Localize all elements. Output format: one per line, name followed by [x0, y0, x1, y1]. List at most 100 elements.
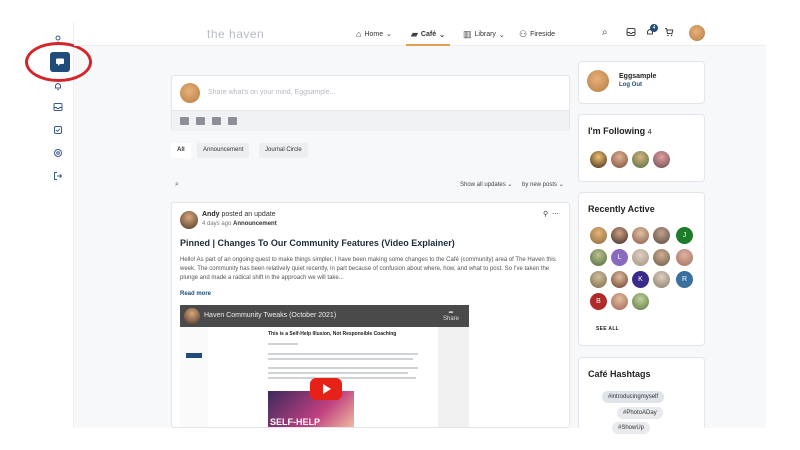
play-button[interactable] — [310, 378, 342, 400]
member-avatar[interactable] — [590, 249, 607, 266]
logout-link[interactable]: Log Out — [619, 82, 642, 88]
video-page-sidebar — [180, 327, 208, 427]
read-more-link[interactable]: Read more — [180, 291, 211, 297]
text-line — [268, 367, 418, 369]
post-meta: 4 days ago Announcement — [202, 221, 277, 227]
video-icon[interactable] — [196, 117, 205, 125]
hashtags-title: Café Hashtags — [588, 369, 651, 379]
checklist-icon[interactable] — [50, 122, 66, 138]
search-icon[interactable]: ⌕ — [175, 181, 179, 189]
gif-icon[interactable] — [228, 117, 237, 125]
avatar[interactable] — [587, 70, 609, 92]
more-icon[interactable]: ⋯ — [552, 211, 559, 218]
settings-icon[interactable] — [50, 145, 66, 161]
hashtag-chip[interactable]: #ShowUp — [612, 422, 651, 434]
member-avatar[interactable] — [611, 227, 628, 244]
post-author[interactable]: Andy — [202, 211, 220, 218]
inbox-icon[interactable] — [626, 27, 636, 40]
hashtag-chip[interactable]: #PhotoADay — [617, 407, 663, 419]
member-avatar[interactable] — [611, 271, 628, 288]
play-icon — [323, 384, 331, 394]
post-title: Pinned | Changes To Our Community Featur… — [180, 238, 455, 248]
channel-avatar[interactable] — [184, 308, 200, 324]
nav-cafe[interactable]: ▰ Café ⌄ — [411, 29, 445, 40]
pin-icon[interactable]: ⚲ — [543, 211, 548, 218]
library-icon: ▥ — [463, 29, 472, 39]
video-title[interactable]: Haven Community Tweaks (October 2021) — [204, 312, 336, 319]
member-avatar[interactable] — [590, 227, 607, 244]
cart-icon[interactable] — [664, 27, 674, 40]
member-avatar[interactable]: B — [590, 293, 607, 310]
member-avatar[interactable] — [590, 271, 607, 288]
following-avatar[interactable] — [632, 151, 649, 168]
member-avatar[interactable] — [632, 293, 649, 310]
avatar[interactable] — [180, 211, 198, 229]
sort-filter[interactable]: by new posts ⌄ — [522, 181, 564, 188]
post-body: Hello! As part of an ongoing quest to ma… — [180, 257, 556, 281]
member-avatar[interactable]: J — [676, 227, 693, 244]
nav-fireside[interactable]: ⚇ Fireside — [519, 29, 555, 40]
inbox-icon[interactable] — [50, 99, 66, 115]
member-avatar[interactable] — [653, 249, 670, 266]
recently-active-widget: Recently Active J L K R B SEE ALL — [578, 192, 705, 346]
profile-name[interactable]: Eggsample — [619, 73, 656, 80]
logout-icon[interactable] — [50, 168, 66, 184]
nav-home-label: Home — [364, 30, 384, 38]
video-embed[interactable]: Haven Community Tweaks (October 2021) ➦ … — [180, 305, 469, 427]
nav-library[interactable]: ▥ Library ⌄ — [463, 29, 505, 40]
hashtags-widget: Café Hashtags #introducingmyself #PhotoA… — [578, 357, 705, 434]
people-icon: ⚇ — [519, 29, 528, 39]
activity-post: Andy posted an update 4 days ago Announc… — [171, 202, 570, 428]
member-avatar[interactable]: R — [676, 271, 693, 288]
following-count: 4 — [647, 129, 652, 136]
following-avatar[interactable] — [653, 151, 670, 168]
member-avatar[interactable] — [653, 227, 670, 244]
user-avatar[interactable] — [689, 25, 705, 41]
text-line — [268, 372, 408, 374]
share-label: Share — [442, 316, 459, 322]
bell-icon[interactable] — [50, 78, 66, 94]
tab-journal-circle[interactable]: Journal Circle — [259, 143, 308, 158]
recently-active-title: Recently Active — [588, 204, 655, 214]
show-filter[interactable]: Show all updates ⌄ — [460, 181, 512, 188]
member-avatar[interactable] — [611, 293, 628, 310]
hashtag-chip[interactable]: #introducingmyself — [602, 391, 665, 403]
show-filter-label: Show all updates — [460, 182, 506, 188]
following-title: I'm Following 4 — [588, 126, 652, 136]
chevron-down-icon: ⌄ — [439, 31, 445, 39]
text-line — [268, 377, 416, 379]
text-line — [268, 358, 413, 360]
nav-library-label: Library — [474, 31, 496, 38]
following-title-text: I'm Following — [588, 126, 646, 136]
video-page-heading: This is a Self-Help Illusion, Not Respon… — [268, 331, 397, 337]
chevron-down-icon: ⌄ — [498, 31, 505, 39]
post-time: 4 days ago — [202, 221, 232, 227]
member-avatar[interactable] — [653, 271, 670, 288]
search-icon[interactable]: ⌕ — [602, 27, 608, 38]
member-avatar[interactable] — [632, 249, 649, 266]
following-avatar[interactable] — [590, 151, 607, 168]
sort-filter-label: by new posts — [522, 182, 558, 188]
member-avatar[interactable]: K — [632, 271, 649, 288]
document-icon[interactable] — [212, 117, 221, 125]
site-logo[interactable]: the haven — [207, 27, 264, 41]
post-author-line: Andy posted an update — [202, 211, 276, 218]
app-window: the haven ⌂ Home ⌄ ▰ Café ⌄ ▥ Library ⌄ … — [0, 0, 800, 450]
post-category[interactable]: Announcement — [233, 221, 277, 227]
see-all-link[interactable]: SEE ALL — [596, 326, 619, 332]
nav-cafe-label: Café — [420, 31, 437, 38]
member-avatar[interactable] — [632, 227, 649, 244]
tab-all[interactable]: All — [171, 143, 191, 158]
tab-announcement[interactable]: Announcement — [197, 143, 250, 158]
composer-input[interactable]: Share what's on your mind, Eggsample... — [208, 89, 335, 96]
member-avatar[interactable]: L — [611, 249, 628, 266]
text-line — [268, 353, 418, 355]
annotation-circle — [25, 42, 92, 82]
following-avatar[interactable] — [611, 151, 628, 168]
member-avatar[interactable] — [676, 249, 693, 266]
nav-home[interactable]: ⌂ Home ⌄ — [356, 29, 392, 39]
post-action: posted an update — [221, 211, 276, 218]
share-button[interactable]: ➦ Share — [443, 309, 459, 322]
following-widget: I'm Following 4 — [578, 114, 705, 182]
camera-icon[interactable] — [180, 117, 189, 125]
